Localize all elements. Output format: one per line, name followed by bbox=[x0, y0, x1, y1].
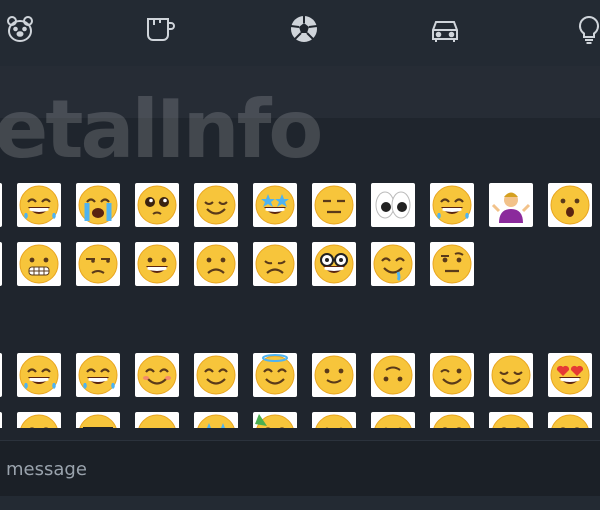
message-input[interactable] bbox=[6, 455, 586, 483]
emoji-joy-face[interactable] bbox=[17, 183, 61, 227]
emoji-smiling-eyes-face[interactable] bbox=[194, 353, 238, 397]
emoji-smile-face[interactable] bbox=[548, 412, 592, 428]
message-bar bbox=[0, 440, 600, 496]
bottom-strip bbox=[0, 496, 600, 510]
emoji-person-shrugging[interactable] bbox=[489, 183, 533, 227]
emoji-relieved-face[interactable] bbox=[489, 353, 533, 397]
emoji-party-face[interactable] bbox=[253, 412, 297, 428]
coffee-cup-icon[interactable] bbox=[145, 14, 175, 44]
emoji-smile-face[interactable] bbox=[489, 412, 533, 428]
emoji-category-bar bbox=[0, 0, 600, 66]
emoji-kissing-face[interactable] bbox=[371, 412, 415, 428]
emoji-pleading-face[interactable] bbox=[135, 183, 179, 227]
emoji-grin-face[interactable] bbox=[0, 412, 2, 428]
bear-face-icon[interactable] bbox=[5, 14, 35, 44]
emoji-sunglasses-face[interactable] bbox=[76, 412, 120, 428]
emoji-screaming-face[interactable] bbox=[0, 242, 2, 286]
emoji-expressionless-face[interactable] bbox=[312, 183, 356, 227]
emoji-joy-face[interactable] bbox=[17, 353, 61, 397]
emoji-relieved-face[interactable] bbox=[194, 183, 238, 227]
emoji-raised-eyebrow-face[interactable] bbox=[430, 242, 474, 286]
emoji-rofl-face[interactable] bbox=[76, 353, 120, 397]
emoji-frowning-face[interactable] bbox=[194, 242, 238, 286]
emoji-grimacing-face[interactable] bbox=[17, 242, 61, 286]
emoji-winking-face[interactable] bbox=[430, 353, 474, 397]
emoji-nerd-face[interactable] bbox=[312, 242, 356, 286]
emoji-drooling-face[interactable] bbox=[371, 242, 415, 286]
watermark-band: etalInfo bbox=[0, 66, 600, 170]
car-icon[interactable] bbox=[430, 14, 460, 44]
emoji-unamused-face[interactable] bbox=[76, 242, 120, 286]
emoji-loudly-crying-face[interactable] bbox=[76, 183, 120, 227]
emoji-grinning-face[interactable] bbox=[135, 242, 179, 286]
emoji-eyes[interactable] bbox=[371, 183, 415, 227]
light-bulb-icon[interactable] bbox=[574, 14, 600, 44]
emoji-grid bbox=[0, 118, 600, 428]
emoji-disappointed-face[interactable] bbox=[253, 242, 297, 286]
emoji-rofl-face[interactable] bbox=[430, 183, 474, 227]
emoji-smile-face[interactable] bbox=[430, 412, 474, 428]
emoji-star-struck-face[interactable] bbox=[253, 183, 297, 227]
emoji-sunglasses-face[interactable] bbox=[0, 183, 2, 227]
emoji-grinning-sweat-face[interactable] bbox=[0, 353, 2, 397]
emoji-upside-down-face[interactable] bbox=[371, 353, 415, 397]
emoji-smirk-face[interactable] bbox=[135, 412, 179, 428]
emoji-heart-eyes-face[interactable] bbox=[548, 353, 592, 397]
emoji-neutral-face[interactable] bbox=[312, 412, 356, 428]
emoji-hushed-face[interactable] bbox=[548, 183, 592, 227]
emoji-slightly-smiling-face[interactable] bbox=[312, 353, 356, 397]
soccer-ball-icon[interactable] bbox=[289, 14, 319, 44]
emoji-halo-face[interactable] bbox=[253, 353, 297, 397]
emoji-star-struck-face[interactable] bbox=[194, 412, 238, 428]
emoji-blushing-smile-face[interactable] bbox=[135, 353, 179, 397]
emoji-laughing-face[interactable] bbox=[17, 412, 61, 428]
